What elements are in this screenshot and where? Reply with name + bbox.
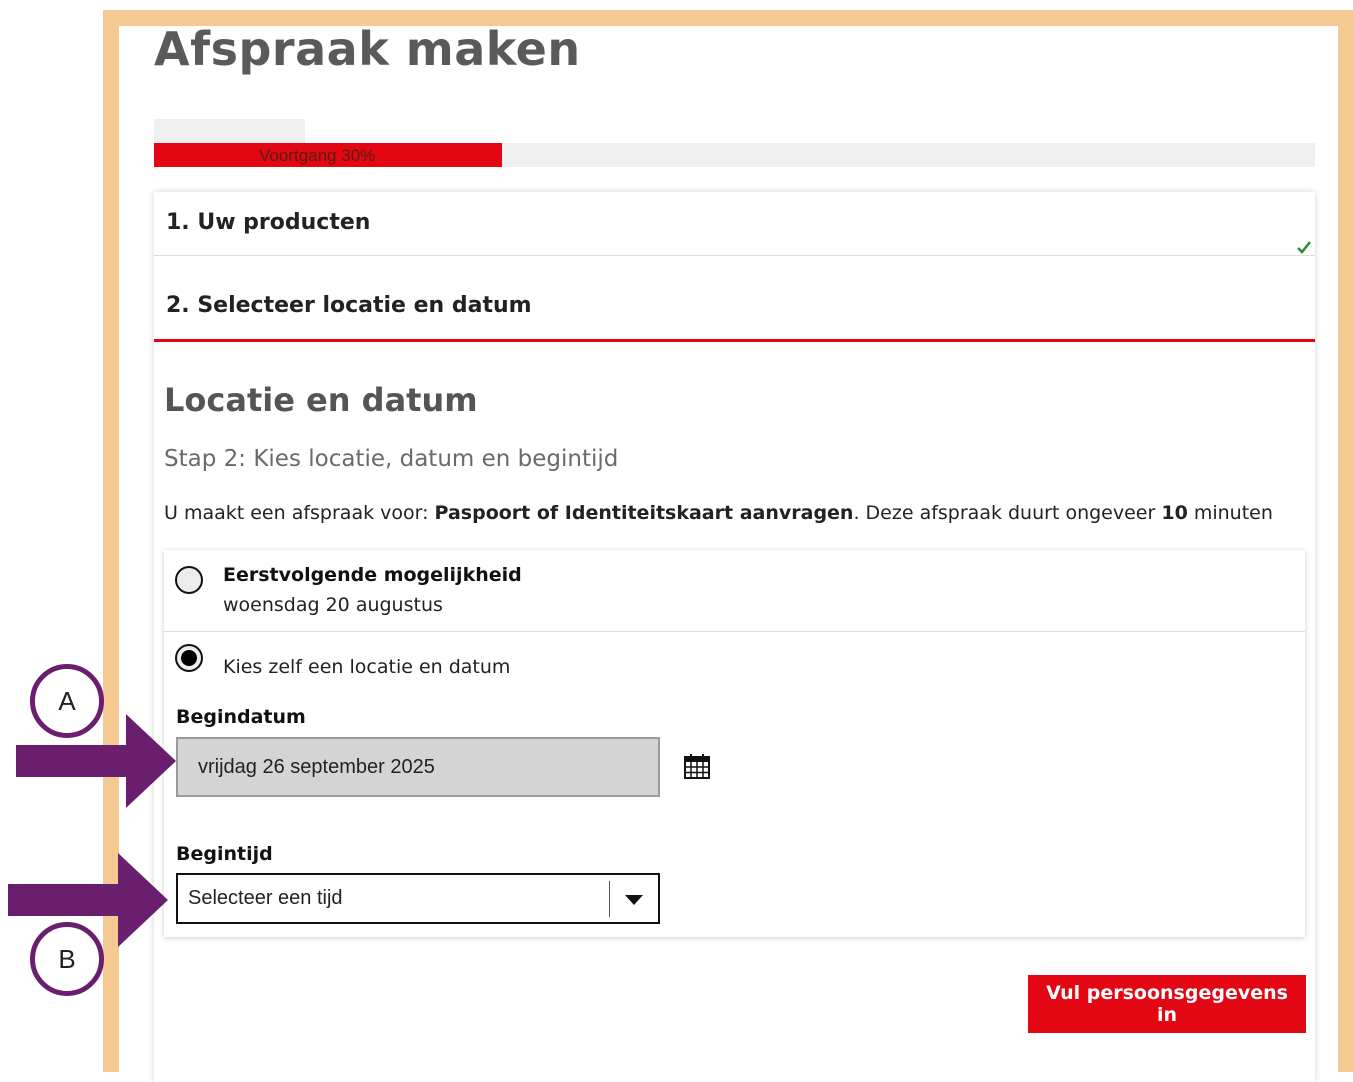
product-name: Paspoort of Identiteitskaart aanvragen (434, 502, 854, 524)
select-separator (609, 881, 610, 917)
page-title: Afspraak maken (154, 22, 581, 76)
progress-tab (154, 119, 305, 143)
begintijd-select[interactable]: Selecteer een tijd (176, 873, 660, 924)
duration-value: 10 (1161, 502, 1188, 524)
desc-mid: . Deze afspraak duurt ongeveer (853, 502, 1162, 524)
first-available-title: Eerstvolgende mogelijkheid (223, 564, 522, 586)
appointment-description: U maakt een afspraak voor: Paspoort of I… (164, 502, 1273, 524)
desc-suffix: minuten (1187, 502, 1273, 524)
step-location-date[interactable]: 2. Selecteer locatie en datum (166, 293, 532, 318)
annotation-arrow-b-icon (8, 853, 168, 947)
section-title: Locatie en datum (164, 381, 478, 419)
first-available-date: woensdag 20 augustus (223, 594, 443, 616)
begintijd-placeholder: Selecteer een tijd (188, 887, 343, 909)
check-icon (1297, 241, 1311, 254)
step-products[interactable]: 1. Uw producten (166, 210, 370, 235)
option-divider (164, 631, 1305, 632)
step-divider (154, 255, 1315, 256)
date-options-panel: Eerstvolgende mogelijkheid woensdag 20 a… (164, 550, 1305, 937)
progress-bar: Voortgang 30% (154, 143, 1315, 167)
begintijd-label: Begintijd (176, 843, 273, 865)
begindatum-input[interactable]: vrijdag 26 september 2025 (176, 737, 660, 797)
annotation-arrow-a-icon (16, 714, 176, 808)
progress-label: Voortgang 30% (259, 146, 376, 165)
section-substep: Stap 2: Kies locatie, datum en begintijd (164, 446, 619, 472)
chevron-down-icon[interactable] (625, 895, 643, 905)
radio-choose-custom[interactable] (175, 644, 203, 672)
appointment-card: 1. Uw producten 2. Selecteer locatie en … (154, 192, 1315, 1082)
desc-prefix: U maakt een afspraak voor: (164, 502, 435, 524)
next-personal-details-button[interactable]: Vul persoonsgegevens in (1028, 975, 1306, 1033)
active-step-underline (154, 339, 1315, 342)
choose-custom-label: Kies zelf een locatie en datum (223, 656, 511, 678)
begindatum-label: Begindatum (176, 706, 306, 728)
calendar-icon[interactable] (684, 753, 710, 779)
radio-first-available[interactable] (175, 566, 203, 594)
